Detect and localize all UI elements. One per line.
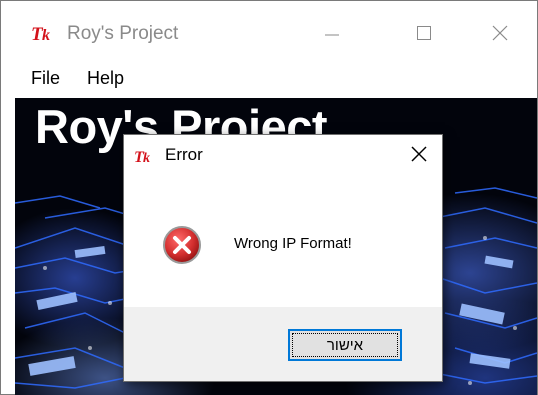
tk-feather-icon: T k: [31, 24, 50, 43]
dialog-close-button[interactable]: [396, 135, 442, 173]
error-message: Wrong IP Format!: [234, 235, 352, 252]
title-bar[interactable]: T k Roy's Project: [1, 1, 537, 65]
close-icon: [492, 25, 508, 41]
tk-feather-icon: T k: [134, 149, 150, 165]
close-button[interactable]: [469, 1, 531, 65]
window-title: Roy's Project: [67, 23, 179, 44]
menu-help[interactable]: Help: [87, 67, 124, 89]
svg-text:k: k: [143, 151, 150, 165]
focus-rectangle: [292, 333, 398, 357]
error-dialog: T k Error Wrong IP Format! אישור: [123, 134, 443, 382]
dialog-footer: אישור: [124, 307, 442, 381]
menu-file[interactable]: File: [31, 67, 60, 89]
svg-text:k: k: [42, 27, 50, 43]
maximize-button[interactable]: [393, 1, 455, 65]
error-icon: [163, 226, 201, 264]
dialog-title-bar[interactable]: T k Error: [124, 135, 442, 173]
menu-bar: File Help: [1, 65, 537, 99]
dialog-body: Wrong IP Format!: [124, 173, 442, 307]
maximize-icon: [417, 26, 431, 40]
close-icon: [411, 146, 427, 162]
minimize-button[interactable]: [301, 1, 363, 65]
ok-button[interactable]: אישור: [288, 329, 402, 361]
dialog-title: Error: [165, 145, 203, 164]
minimize-icon: [325, 34, 339, 36]
